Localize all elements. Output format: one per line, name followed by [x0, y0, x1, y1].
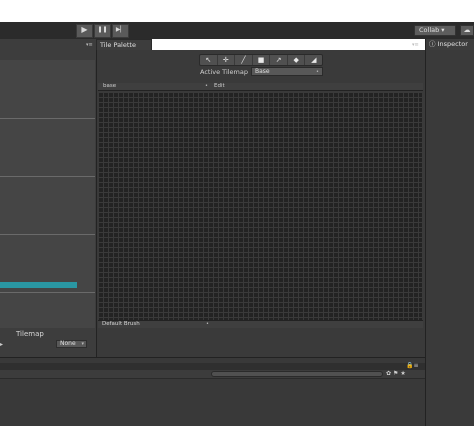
eraser-tool-icon[interactable]: ◆ [288, 55, 306, 65]
edit-button[interactable]: Edit [214, 83, 225, 90]
active-tilemap-value: Base [255, 68, 270, 75]
chevron-down-icon: ▾ [81, 341, 84, 347]
main-toolbar [0, 22, 474, 39]
divider [0, 176, 95, 177]
brush-tool-icon[interactable]: ╱ [235, 55, 253, 65]
panel-menu-icon[interactable]: ▾≡ [86, 42, 93, 48]
collab-dropdown[interactable]: Collab ▾ [414, 25, 456, 36]
chevron-down-icon[interactable]: • [206, 321, 209, 328]
none-dropdown[interactable]: None ▾ [56, 340, 87, 348]
panel-menu-icon[interactable]: ▾≡ [412, 42, 419, 48]
chevron-down-icon[interactable]: • [205, 83, 208, 90]
active-tilemap-dropdown[interactable]: Base • [251, 67, 323, 76]
brush-bar: Default Brush • [98, 320, 423, 328]
brush-inspector-area [98, 328, 423, 357]
play-button[interactable]: ▶ [76, 24, 93, 38]
lock-icon[interactable]: 🔒≡ [406, 362, 419, 369]
box-fill-tool-icon[interactable]: ■ [253, 55, 271, 65]
playback-controls: ▶ ❚❚ ▶▏ [76, 24, 130, 38]
palette-header-bar: base • Edit [98, 83, 423, 91]
divider [0, 118, 95, 119]
fill-tool-icon[interactable]: ◢ [305, 55, 322, 65]
tile-tool-strip: ↖ ✛ ╱ ■ ↗ ◆ ◢ [199, 54, 323, 66]
none-dropdown-value: None [60, 340, 76, 347]
tab-inspector[interactable]: ⓘ Inspector [426, 39, 474, 50]
inspector-tab-label: Inspector [437, 40, 468, 48]
picker-tool-icon[interactable]: ↗ [270, 55, 288, 65]
filter-icons[interactable]: ✿⚑★ [386, 370, 408, 377]
tab-tile-palette[interactable]: Tile Palette [96, 39, 152, 50]
divider [0, 292, 95, 293]
cloud-icon[interactable]: ☁ [460, 25, 474, 36]
palette-name[interactable]: base [103, 83, 116, 90]
select-tool-icon[interactable]: ↖ [200, 55, 218, 65]
inspector-panel [425, 39, 474, 426]
info-icon: ⓘ [429, 40, 436, 48]
move-tool-icon[interactable]: ✛ [218, 55, 236, 65]
step-button[interactable]: ▶▏ [112, 24, 129, 38]
search-input[interactable] [211, 371, 383, 377]
tile-palette-grid[interactable] [98, 92, 422, 320]
timeline-bar[interactable] [0, 282, 77, 288]
default-brush-label[interactable]: Default Brush [102, 321, 140, 328]
tilemap-label: Tilemap [16, 330, 44, 338]
chevron-down-icon: • [316, 69, 319, 75]
active-tilemap-label: Active Tilemap [200, 68, 248, 76]
pause-button[interactable]: ❚❚ [94, 24, 111, 38]
divider [0, 234, 95, 235]
chevron-icon: ▸ [0, 341, 4, 348]
